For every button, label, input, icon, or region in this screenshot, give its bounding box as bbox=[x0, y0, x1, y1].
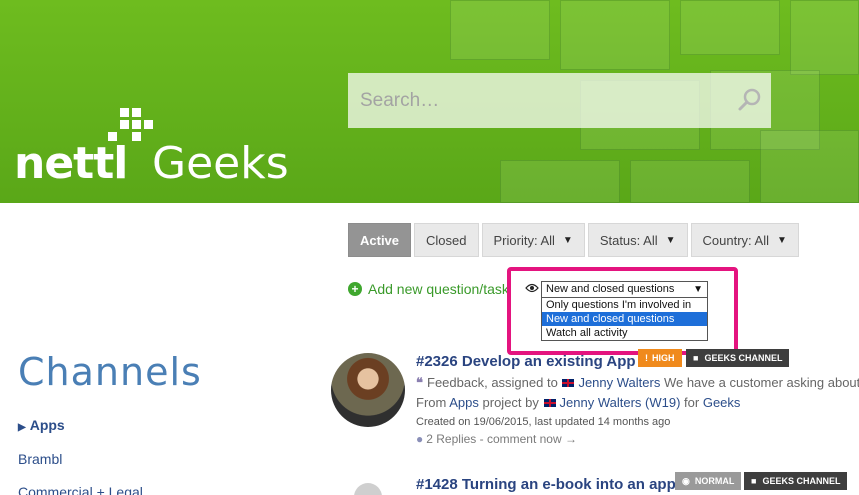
author-link[interactable]: Jenny Walters (W19) bbox=[560, 395, 681, 410]
caret-right-icon: ▶ bbox=[18, 422, 26, 433]
priority-badge: ◉ NORMAL bbox=[675, 472, 742, 490]
country-dropdown-label: Country: All bbox=[702, 232, 770, 248]
logo-geeks-text: Geeks bbox=[152, 138, 289, 189]
status-dropdown-label: Status: All bbox=[599, 232, 658, 248]
page: nettl Geeks Active Closed Priority: All ▼… bbox=[0, 0, 859, 495]
nettl-geeks-logo[interactable]: nettl Geeks bbox=[14, 108, 289, 189]
channel-label: Apps bbox=[29, 417, 65, 433]
filter-bar: Active Closed Priority: All ▼ Status: All… bbox=[348, 223, 799, 257]
avatar[interactable] bbox=[354, 483, 382, 495]
country-dropdown[interactable]: Country: All ▼ bbox=[690, 223, 799, 257]
people-icon: ■ bbox=[693, 353, 699, 363]
add-question-link[interactable]: + Add new question/task bbox=[348, 281, 509, 297]
question-origin: From Apps project by Jenny Walters (W19)… bbox=[416, 395, 740, 410]
summary-prefix: Feedback, assigned to bbox=[427, 375, 558, 390]
search-input[interactable] bbox=[360, 89, 720, 112]
people-icon: ■ bbox=[751, 476, 757, 486]
priority-dropdown-label: Priority: All bbox=[493, 232, 555, 248]
project-suffix: project by bbox=[482, 395, 539, 410]
header-banner: nettl Geeks bbox=[0, 0, 859, 203]
question-summary: ❝ Feedback, assigned to Jenny Walters We … bbox=[416, 375, 859, 391]
channels-title: Channels bbox=[18, 350, 202, 394]
priority-dropdown[interactable]: Priority: All ▼ bbox=[481, 223, 585, 257]
question-title[interactable]: #2326 Develop an existing App bbox=[416, 353, 636, 370]
from-prefix: From bbox=[416, 395, 447, 410]
priority-badge-label: HIGH bbox=[652, 353, 675, 363]
channel-badge-label: GEEKS CHANNEL bbox=[762, 476, 841, 486]
channel-item-commercial-legal[interactable]: Commercial + Legal bbox=[18, 484, 143, 495]
channel-badge[interactable]: ■ GEEKS CHANNEL bbox=[744, 472, 848, 490]
priority-badge: ! HIGH bbox=[638, 349, 682, 367]
uk-flag-icon bbox=[542, 398, 557, 408]
caret-down-icon: ▼ bbox=[665, 234, 676, 246]
caret-down-icon: ▼ bbox=[777, 234, 787, 246]
replies-link[interactable]: 2 Replies bbox=[426, 432, 476, 446]
assignee-link[interactable]: Jenny Walters bbox=[578, 375, 660, 390]
search-icon[interactable] bbox=[737, 87, 763, 113]
avatar[interactable] bbox=[331, 353, 405, 427]
plus-circle-icon: + bbox=[348, 282, 362, 296]
add-question-label: Add new question/task bbox=[368, 281, 509, 297]
channel-item-apps[interactable]: ▶ Apps bbox=[18, 417, 65, 433]
chat-icon: ● bbox=[416, 432, 424, 446]
quote-icon: ❝ bbox=[416, 375, 423, 390]
logo-nettl-text: nettl bbox=[14, 138, 128, 189]
status-dropdown[interactable]: Status: All ▼ bbox=[587, 223, 688, 257]
highlight-box bbox=[507, 267, 738, 355]
caret-down-icon: ▼ bbox=[562, 234, 573, 246]
question-title[interactable]: #1428 Turning an e-book into an app bbox=[416, 476, 676, 493]
circle-icon: ◉ bbox=[682, 475, 690, 486]
channel-badge-label: GEEKS CHANNEL bbox=[704, 353, 783, 363]
search-box bbox=[348, 73, 771, 128]
filter-active-button[interactable]: Active bbox=[348, 223, 412, 257]
alert-icon: ! bbox=[645, 353, 648, 363]
comment-link[interactable]: - comment now → bbox=[480, 432, 577, 446]
channel-badge[interactable]: ■ GEEKS CHANNEL bbox=[686, 349, 790, 367]
uk-flag-icon bbox=[561, 378, 576, 388]
for-text: for bbox=[684, 395, 700, 410]
summary-text: We have a customer asking about e bbox=[663, 375, 859, 390]
project-link[interactable]: Apps bbox=[449, 395, 479, 410]
channel-link[interactable]: Geeks bbox=[703, 395, 741, 410]
question-timestamp: Created on 19/06/2015, last updated 14 m… bbox=[416, 416, 671, 428]
priority-badge-label: NORMAL bbox=[694, 476, 735, 486]
question-replies: ● 2 Replies - comment now → bbox=[416, 432, 577, 446]
filter-closed-button[interactable]: Closed bbox=[414, 223, 479, 257]
channel-item-brambl[interactable]: Brambl bbox=[18, 451, 62, 467]
